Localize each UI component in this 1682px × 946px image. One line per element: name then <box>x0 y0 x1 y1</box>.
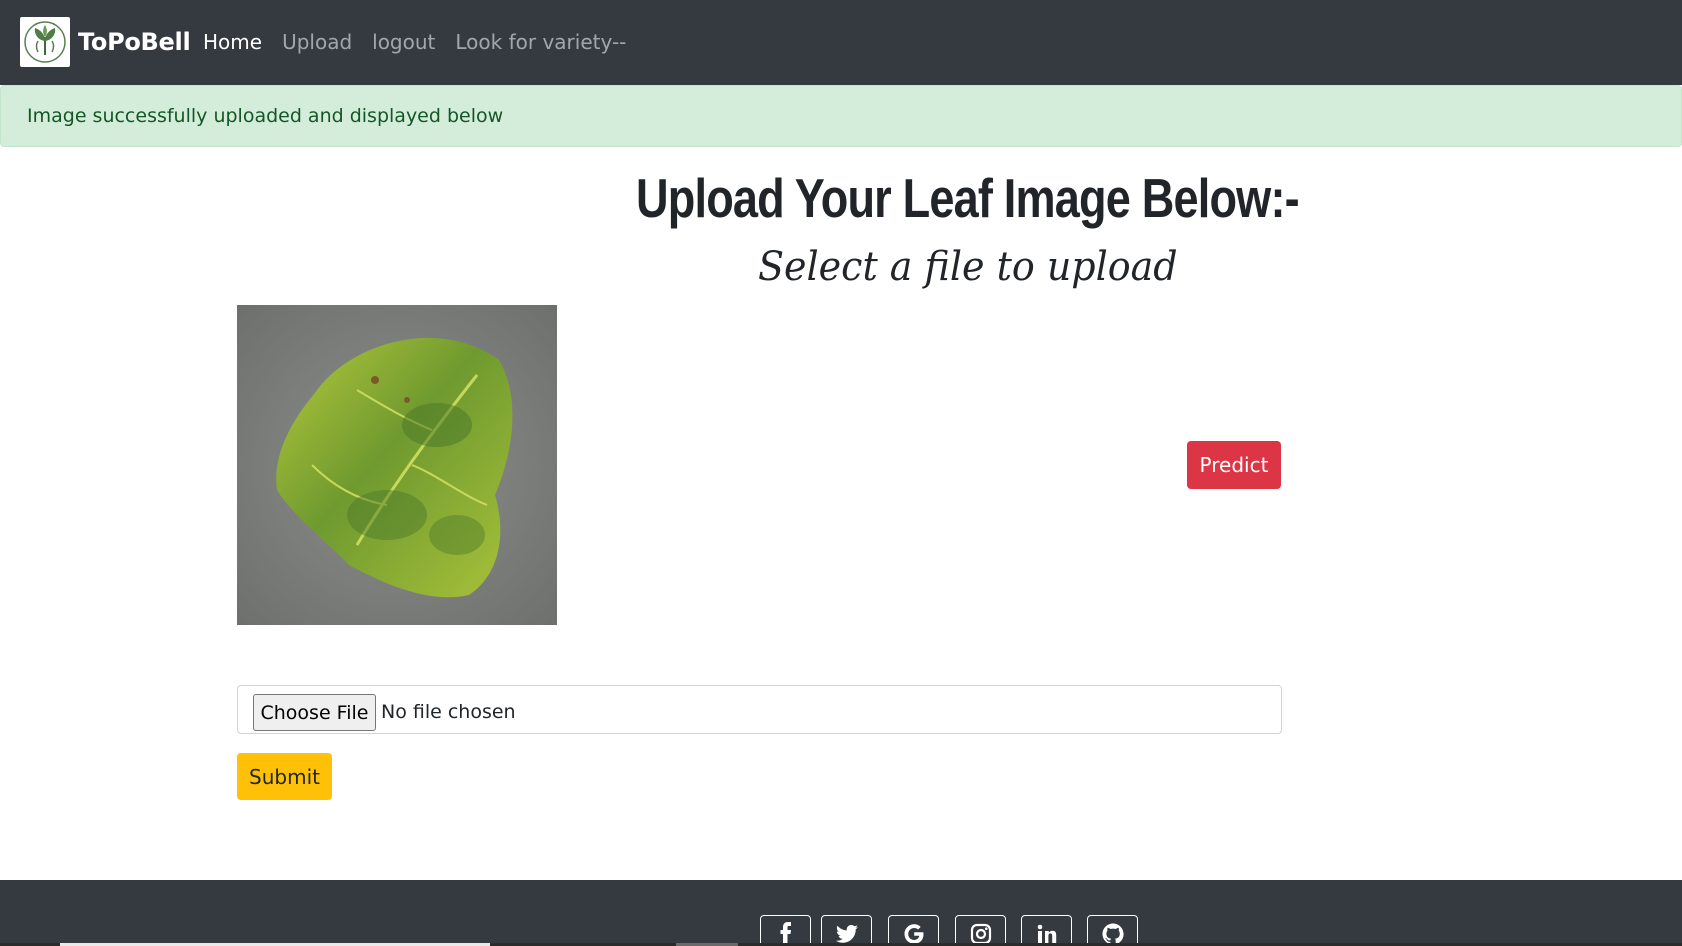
file-input[interactable]: Choose File No file chosen <box>237 685 1282 734</box>
page-title: Upload Your Leaf Image Below:- <box>636 167 1300 229</box>
leaf-logo-icon <box>20 17 70 67</box>
facebook-icon[interactable] <box>760 915 811 946</box>
submit-button[interactable]: Submit <box>237 753 332 800</box>
instagram-icon[interactable] <box>955 915 1006 946</box>
brand-name[interactable]: ToPoBell <box>78 28 191 56</box>
page-subtitle: Select a file to upload <box>758 244 1178 290</box>
brand-link[interactable]: ToPoBell <box>20 17 191 67</box>
twitter-icon[interactable] <box>821 915 872 946</box>
nav-logout[interactable]: logout <box>372 30 435 54</box>
linkedin-icon[interactable] <box>1021 915 1072 946</box>
navbar: ToPoBell Home Upload logout Look for var… <box>0 0 1682 85</box>
alert-message: Image successfully uploaded and displaye… <box>27 105 504 127</box>
uploaded-leaf-image <box>237 305 557 625</box>
nav-links: Home Upload logout Look for variety-- <box>203 30 646 54</box>
success-alert: Image successfully uploaded and displaye… <box>0 85 1682 147</box>
nav-look-for-variety[interactable]: Look for variety-- <box>455 30 626 54</box>
github-icon[interactable] <box>1087 915 1138 946</box>
choose-file-button[interactable]: Choose File <box>253 694 376 731</box>
file-status-text: No file chosen <box>381 701 516 723</box>
footer <box>0 880 1682 946</box>
google-icon[interactable] <box>888 915 939 946</box>
nav-home[interactable]: Home <box>203 30 262 54</box>
predict-button[interactable]: Predict <box>1187 441 1281 489</box>
nav-upload[interactable]: Upload <box>282 30 352 54</box>
